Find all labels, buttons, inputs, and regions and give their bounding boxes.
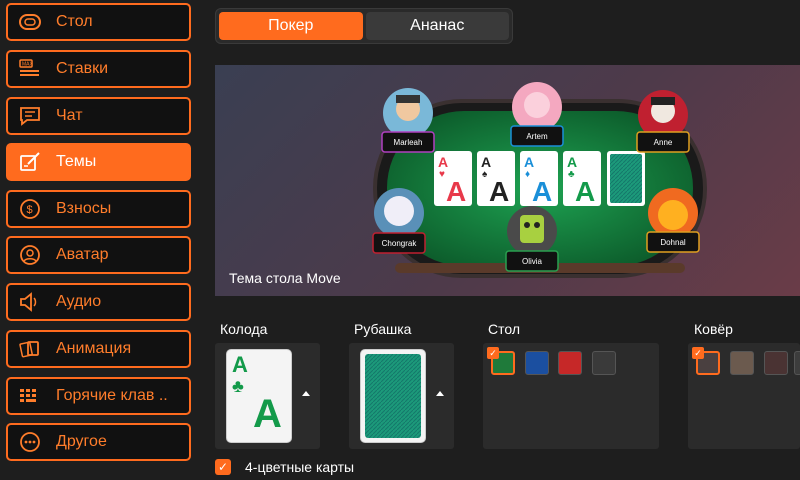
deck-card-center-rank: A <box>253 392 282 436</box>
deck-label: Колода <box>220 321 268 337</box>
sidebar-item-label: Аватар <box>56 246 109 263</box>
table-color-label: Стол <box>488 321 521 337</box>
sidebar-item-label: Горячие клав .. <box>56 387 168 404</box>
sidebar-item-bets[interactable]: MAX Ставки <box>6 50 191 88</box>
dropdown-arrow-icon[interactable] <box>302 391 310 396</box>
themes-icon <box>18 150 42 174</box>
player-seat: Chongrak <box>372 188 426 254</box>
table-color-swatch-red[interactable] <box>558 351 582 375</box>
sidebar-item-themes[interactable]: Темы <box>6 143 191 181</box>
four-color-checkbox[interactable]: ✓ <box>215 459 231 475</box>
sidebar-item-label: Взносы <box>56 200 112 217</box>
svg-text:A: A <box>438 154 448 170</box>
carpet-label: Ковёр <box>694 321 733 337</box>
check-icon: ✓ <box>692 347 704 359</box>
sidebar-item-avatar[interactable]: Аватар <box>6 236 191 274</box>
sidebar-item-label: Ставки <box>56 60 109 77</box>
carpet-swatch-3[interactable] <box>764 351 788 375</box>
sidebar-item-animation[interactable]: Анимация <box>6 330 191 368</box>
svg-text:A: A <box>575 176 595 207</box>
table-color-swatch-gray[interactable] <box>592 351 616 375</box>
svg-text:A: A <box>532 176 552 207</box>
bets-icon: MAX <box>18 57 42 81</box>
table-color-swatch-green[interactable]: ✓ <box>487 347 515 375</box>
sidebar-item-chat[interactable]: Чат <box>6 97 191 135</box>
table-color-swatch-blue[interactable] <box>525 351 549 375</box>
carpet-color-panel: ✓ <box>688 343 800 449</box>
carpet-swatch-2[interactable] <box>730 351 754 375</box>
keyboard-icon <box>18 384 42 408</box>
svg-text:MAX: MAX <box>22 62 34 68</box>
sidebar-item-audio[interactable]: Аудио <box>6 283 191 321</box>
player-seat: Marleah <box>381 88 435 153</box>
svg-text:♦: ♦ <box>525 169 530 180</box>
more-icon <box>18 430 42 454</box>
sidebar-item-other[interactable]: Другое <box>6 423 191 461</box>
svg-text:A: A <box>489 176 509 207</box>
check-icon: ✓ <box>487 347 499 359</box>
settings-sidebar: Стол MAX Ставки Чат Темы $ Взносы Аватар <box>0 0 200 480</box>
carpet-swatch-1[interactable]: ✓ <box>692 347 720 375</box>
svg-text:Olivia: Olivia <box>522 257 543 266</box>
deck-card-preview: A ♣ A <box>226 349 292 443</box>
svg-text:A: A <box>567 154 577 170</box>
sidebar-item-label: Аудио <box>56 293 102 310</box>
sidebar-item-label: Анимация <box>56 340 132 357</box>
animation-icon <box>18 337 42 361</box>
svg-text:$: $ <box>27 204 33 216</box>
four-color-option[interactable]: ✓ 4-цветные карты <box>215 459 354 475</box>
coin-icon: $ <box>18 197 42 221</box>
sidebar-item-label: Стол <box>56 13 93 30</box>
theme-preview: A ♥ A A ♠ A A ♦ A A ♣ A Marleah Artem Anne Chong… <box>215 65 800 296</box>
card-back-selector[interactable] <box>349 343 454 449</box>
dropdown-arrow-icon[interactable] <box>436 391 444 396</box>
poker-table-illustration: A♥A A♠A A♦A A♣A Marleah Artem Anne Chong… <box>372 82 707 278</box>
preview-caption: Тема стола Move <box>229 270 341 286</box>
tab-poker[interactable]: Покер <box>219 12 363 40</box>
svg-text:A: A <box>524 154 534 170</box>
game-type-tabs: Покер Ананас <box>215 8 513 44</box>
table-icon <box>18 10 42 34</box>
tab-pineapple[interactable]: Ананас <box>365 12 509 40</box>
player-seat: Anne <box>636 90 690 153</box>
deck-selector[interactable]: A ♣ A <box>215 343 320 449</box>
svg-text:♥: ♥ <box>439 169 445 180</box>
svg-text:A: A <box>481 154 491 170</box>
sidebar-item-label: Чат <box>56 107 83 124</box>
player-seat: Artem <box>510 82 564 147</box>
four-color-label: 4-цветные карты <box>245 459 355 475</box>
svg-text:♣: ♣ <box>568 169 575 180</box>
carpet-swatch-4[interactable] <box>794 351 800 375</box>
table-color-panel: ✓ <box>483 343 659 449</box>
board-cards: A♥A A♠A A♦A A♣A <box>434 151 645 207</box>
chat-icon <box>18 104 42 128</box>
sidebar-item-hotkeys[interactable]: Горячие клав .. <box>6 377 191 415</box>
svg-text:Chongrak: Chongrak <box>382 239 418 248</box>
sidebar-item-label: Темы <box>56 153 97 170</box>
speaker-icon <box>18 290 42 314</box>
sidebar-item-fees[interactable]: $ Взносы <box>6 190 191 228</box>
player-seat: Olivia <box>505 206 559 272</box>
club-icon: ♣ <box>232 376 244 396</box>
svg-text:♠: ♠ <box>482 169 488 180</box>
svg-text:Artem: Artem <box>526 132 548 141</box>
player-seat: Dohnal <box>646 188 700 253</box>
avatar-icon <box>18 243 42 267</box>
svg-text:Marleah: Marleah <box>394 138 423 147</box>
sidebar-item-table[interactable]: Стол <box>6 3 191 41</box>
svg-text:A: A <box>446 176 466 207</box>
svg-text:Dohnal: Dohnal <box>660 238 686 247</box>
svg-text:Anne: Anne <box>654 138 673 147</box>
deck-card-rank: A <box>232 352 248 377</box>
card-back-label: Рубашка <box>354 321 412 337</box>
sidebar-item-label: Другое <box>56 433 107 450</box>
card-back-preview <box>360 349 426 443</box>
